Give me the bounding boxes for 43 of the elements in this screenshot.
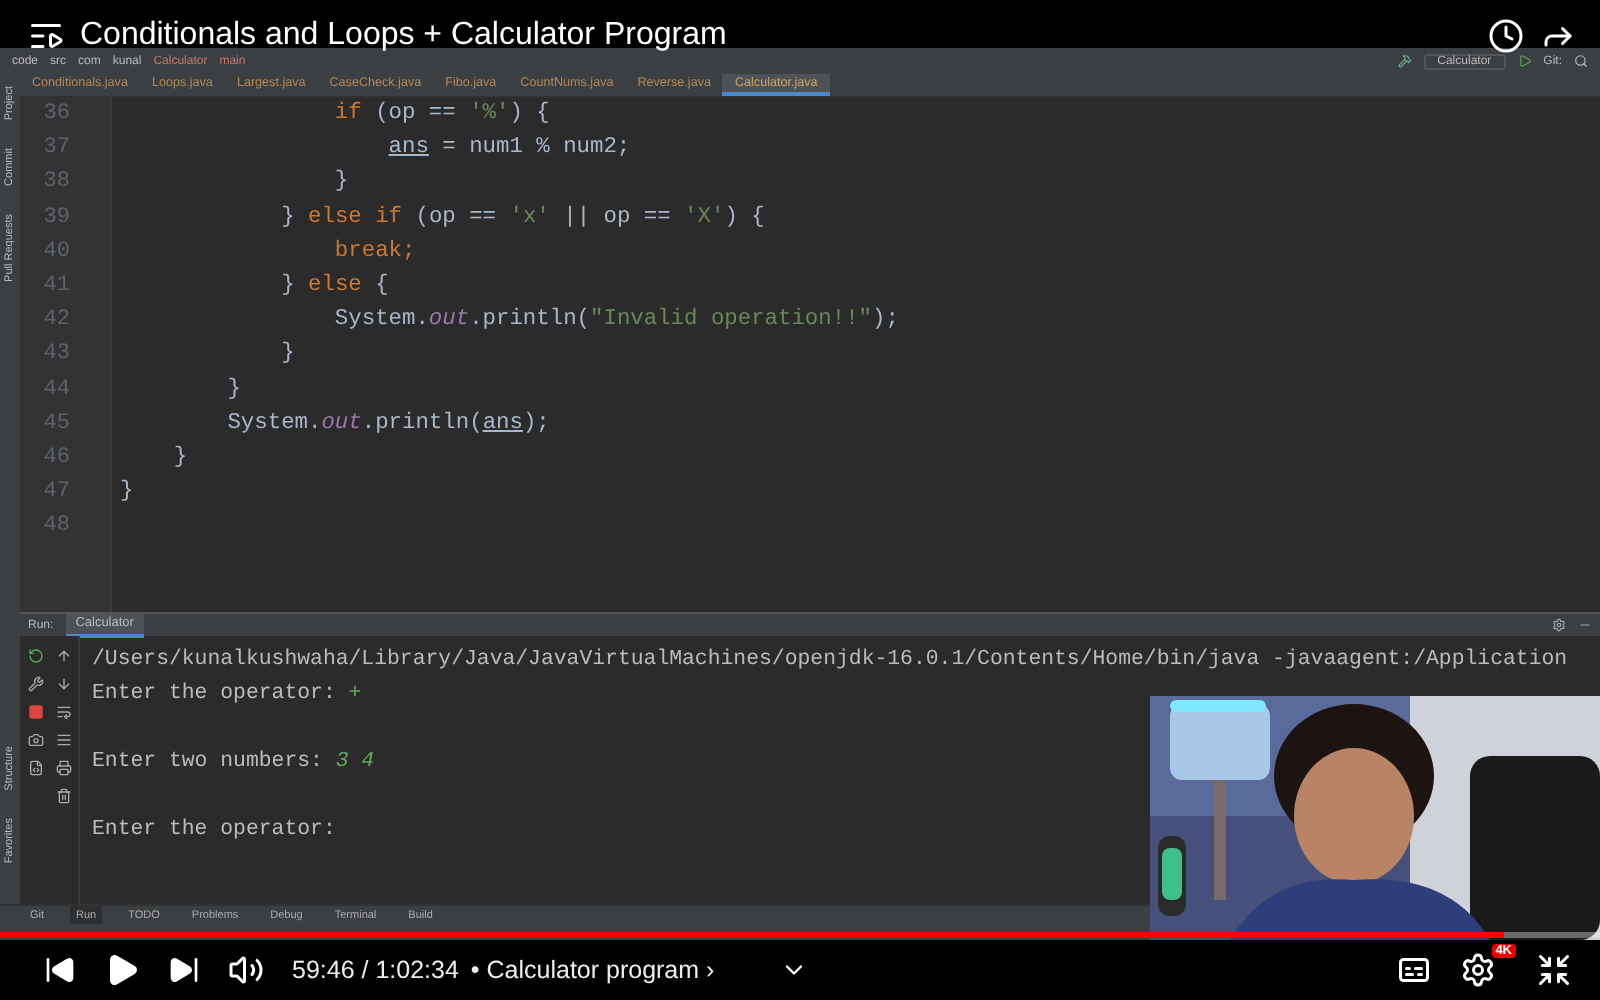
- exit-fullscreen-button[interactable]: [1536, 952, 1572, 988]
- code-line: } else if (op == 'x' || op == 'X') {: [279, 203, 767, 234]
- captions-button[interactable]: [1396, 952, 1432, 988]
- trash-icon[interactable]: [56, 788, 72, 804]
- code-line: break;: [332, 237, 418, 268]
- console-line: Enter the operator: +: [92, 680, 364, 710]
- clock-icon[interactable]: [1488, 18, 1524, 54]
- code-line: if (op == '%') {: [332, 99, 552, 130]
- run-icon[interactable]: [1517, 54, 1532, 68]
- code-line: }: [279, 339, 297, 371]
- previous-button[interactable]: [44, 954, 76, 986]
- next-button[interactable]: [168, 954, 200, 986]
- stop-icon[interactable]: [27, 704, 43, 720]
- code-line: }: [225, 375, 243, 405]
- file-icon[interactable]: [27, 760, 43, 776]
- print-icon[interactable]: [56, 760, 72, 776]
- settings-icon[interactable]: [1552, 618, 1566, 632]
- code-line: }: [332, 167, 351, 199]
- code-line: System.out.println("Invalid operation!!");: [332, 305, 901, 337]
- console-line: Enter the operator:: [92, 816, 338, 846]
- wrench-icon[interactable]: [27, 676, 43, 692]
- settings-button[interactable]: [1460, 952, 1496, 988]
- play-button[interactable]: [104, 952, 140, 988]
- console-line: /Users/kunalkushwaha/Library/Java/JavaVirtualMachines/openjdk-16.0.1/Contents/Home/bin/java -javaagent:/Application: [92, 646, 1570, 676]
- video-title: Conditionals and Loops + Calculator Program: [80, 18, 729, 54]
- code-line: }: [120, 477, 136, 509]
- volume-button[interactable]: [228, 952, 264, 988]
- chapter-link[interactable]: • Calculator program ›: [470, 956, 715, 984]
- camera-icon[interactable]: [27, 732, 43, 748]
- arrow-up-icon[interactable]: [56, 648, 72, 664]
- playlist-icon[interactable]: [28, 18, 64, 54]
- hammer-icon[interactable]: [1397, 54, 1412, 68]
- search-icon[interactable]: [1574, 54, 1588, 68]
- rerun-icon[interactable]: [27, 648, 43, 664]
- code-line: System.out.println(ans);: [225, 409, 552, 440]
- code-line: } else {: [279, 271, 391, 302]
- arrow-down-icon[interactable]: [56, 676, 72, 692]
- code-line: ans = num1 % num2;: [386, 134, 633, 165]
- wrap-icon[interactable]: [56, 704, 72, 720]
- time-display: 59:46 / 1:02:34: [292, 956, 459, 984]
- scroll-icon[interactable]: [56, 732, 72, 748]
- code-line: }: [171, 443, 190, 474]
- console-line: Enter two numbers: 3 4: [92, 748, 377, 778]
